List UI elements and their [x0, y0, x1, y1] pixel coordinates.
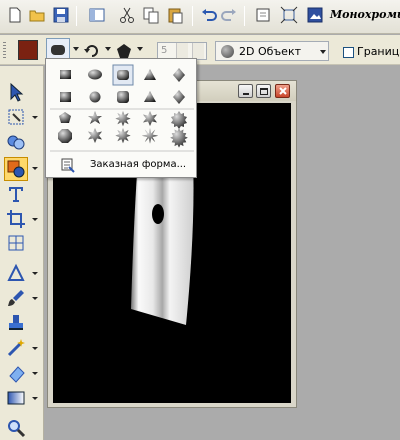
chevron-down-icon — [320, 50, 326, 54]
transform-tool-arrow[interactable] — [32, 116, 38, 119]
shape-ellipse[interactable] — [88, 69, 102, 80]
rotate-arrow[interactable] — [105, 47, 111, 51]
cut-icon[interactable] — [118, 6, 136, 24]
redo-icon[interactable] — [220, 6, 238, 24]
shape-square-2[interactable] — [60, 92, 71, 102]
shape-picker-arrow[interactable] — [73, 47, 79, 51]
text-tool[interactable] — [6, 184, 26, 204]
custom-shape-label: Заказная форма... — [90, 159, 187, 170]
shape-pentagon[interactable] — [59, 112, 71, 123]
document-title: Монохроми — [330, 8, 400, 21]
spin-up-icon[interactable] — [176, 43, 188, 59]
shape-diamond[interactable] — [173, 68, 185, 82]
magic-wand-tool[interactable] — [6, 338, 26, 358]
zoom-tool[interactable] — [6, 418, 26, 438]
shape-seal[interactable] — [171, 111, 187, 129]
custom-shape-icon — [61, 158, 75, 173]
minimize-icon — [243, 93, 249, 95]
spin-down-icon[interactable] — [192, 43, 204, 59]
object-mode-select[interactable]: 2D Объект — [215, 41, 329, 61]
magic-wand-tool-arrow[interactable] — [32, 347, 38, 350]
shape-triangle[interactable] — [144, 69, 156, 80]
shape-star-8-b[interactable] — [115, 128, 131, 144]
maximize-icon — [260, 88, 268, 95]
paste-icon[interactable] — [166, 6, 184, 24]
toggle-panel-icon[interactable] — [88, 6, 106, 24]
object-mode-value: 2D Объект — [239, 45, 301, 58]
shape-tool-arrow[interactable] — [32, 167, 38, 170]
main-toolbar: Монохроми — [0, 0, 400, 34]
polygon-arrow[interactable] — [137, 47, 143, 51]
blade-hole — [152, 204, 164, 224]
shape-star-8[interactable] — [115, 111, 131, 127]
link-tool[interactable] — [6, 132, 26, 152]
gradient-tool[interactable] — [6, 388, 26, 408]
shape-star-6-b[interactable] — [88, 128, 102, 143]
close-button[interactable] — [275, 84, 290, 98]
new-document-icon[interactable] — [6, 6, 24, 24]
crop-icon[interactable] — [254, 6, 272, 24]
resize-icon[interactable] — [280, 6, 298, 24]
shape-dropdown: Заказная форма... — [45, 58, 197, 178]
maximize-button[interactable] — [256, 84, 271, 98]
shape-diamond-2[interactable] — [173, 90, 185, 104]
shape-rounded-square-2[interactable] — [117, 91, 129, 103]
triangle-tool-arrow[interactable] — [32, 272, 38, 275]
shapes-icon — [7, 160, 25, 178]
shape-triangle-2[interactable] — [144, 91, 156, 102]
fill-color-swatch[interactable] — [18, 40, 38, 60]
shape-burst[interactable] — [170, 128, 188, 148]
grid-tool[interactable] — [6, 233, 26, 253]
border-label: Граница — [357, 45, 400, 58]
minimize-button[interactable] — [238, 84, 253, 98]
brush-tool-arrow[interactable] — [32, 297, 38, 300]
shape-rounded-square[interactable] — [117, 70, 129, 80]
eraser-tool-arrow[interactable] — [32, 372, 38, 375]
shape-octagon[interactable] — [58, 129, 72, 143]
undo-icon[interactable] — [200, 6, 218, 24]
open-folder-icon[interactable] — [28, 6, 46, 24]
blade-shape — [131, 158, 194, 325]
sphere-icon — [221, 45, 234, 58]
crop-tool-arrow[interactable] — [32, 218, 38, 221]
crop-tool[interactable] — [6, 209, 26, 229]
copy-icon[interactable] — [142, 6, 160, 24]
pointer-tool[interactable] — [6, 82, 26, 102]
image-properties-icon[interactable] — [306, 6, 324, 24]
transform-tool[interactable] — [6, 107, 26, 127]
shape-flower-8[interactable] — [141, 128, 159, 144]
shape-grid — [50, 64, 194, 152]
shape-tool[interactable] — [4, 157, 28, 181]
save-icon[interactable] — [52, 6, 70, 24]
gradient-tool-arrow[interactable] — [32, 397, 38, 400]
rotate-icon[interactable] — [83, 43, 101, 59]
close-icon — [279, 87, 287, 95]
shape-star-5[interactable] — [88, 111, 102, 124]
brush-tool[interactable] — [6, 288, 26, 308]
triangle-tool[interactable] — [6, 263, 26, 283]
stamp-tool[interactable] — [6, 313, 26, 333]
border-checkbox[interactable] — [343, 47, 354, 58]
shape-star-6[interactable] — [143, 111, 157, 126]
shape-square[interactable] — [60, 70, 71, 79]
tools-panel — [0, 66, 44, 440]
toolbar-grip[interactable] — [3, 42, 6, 58]
custom-shape-menu-item[interactable]: Заказная форма... — [50, 155, 194, 175]
shape-circle[interactable] — [89, 91, 101, 103]
eraser-tool[interactable] — [6, 363, 26, 383]
size-value: 5 — [161, 45, 168, 56]
